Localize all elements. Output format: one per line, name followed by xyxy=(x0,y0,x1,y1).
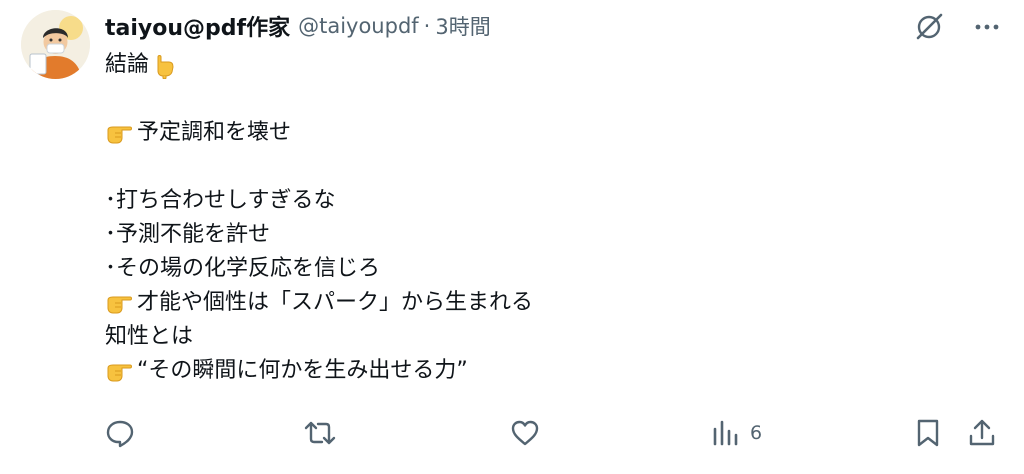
tweet-line: 才能や個性は「スパーク」から生まれる xyxy=(105,286,985,320)
repost-button[interactable] xyxy=(303,412,337,454)
tweet-line: ･打ち合わせしすぎるな xyxy=(105,184,985,218)
tweet-action-bar: 6 xyxy=(0,412,1024,454)
grok-button[interactable] xyxy=(914,12,944,42)
tweet-line: 予定調和を壊せ xyxy=(105,116,985,150)
tweet-line-text: 知性とは xyxy=(105,324,194,349)
tweet-line-text: 予定調和を壊せ xyxy=(137,120,292,145)
tweet-line-text: 結論 xyxy=(105,52,150,77)
timestamp[interactable]: 3時間 xyxy=(435,11,490,41)
author-name[interactable]: taiyou@pdf作家 xyxy=(105,10,290,42)
like-button[interactable] xyxy=(509,412,541,454)
tweet-line: 知性とは xyxy=(105,320,985,354)
avatar[interactable] xyxy=(21,10,90,79)
tweet-line: ･その場の化学反応を信じろ xyxy=(105,252,985,286)
tweet-line: ･予測不能を許せ xyxy=(105,218,985,252)
repost-icon xyxy=(304,421,336,445)
share-icon xyxy=(969,419,995,446)
tweet-body: 結論 予定調和を壊せ ･打ち合わせしすぎるな ･予測不能を許せ ･その場の化学反… xyxy=(105,48,985,388)
author-handle[interactable]: @taiyoupdf xyxy=(298,14,419,38)
tweet-line-text: “その瞬間に何かを生み出せる力” xyxy=(137,358,468,383)
pointing-right-icon xyxy=(107,126,132,144)
views-bars-icon xyxy=(713,420,738,446)
reply-button[interactable] xyxy=(104,412,136,454)
reply-icon xyxy=(106,420,134,448)
tweet-line-text: ･その場の化学反応を信じろ xyxy=(105,256,381,281)
tweet-line-text: ･予測不能を許せ xyxy=(105,222,271,247)
views-count: 6 xyxy=(750,422,763,444)
pointing-right-icon xyxy=(107,364,132,382)
tweet-top-actions xyxy=(914,12,1002,42)
views-button[interactable]: 6 xyxy=(710,412,762,454)
like-heart-icon xyxy=(511,420,539,446)
more-dots-icon xyxy=(975,24,999,30)
more-options-button[interactable] xyxy=(972,12,1002,42)
tweet-line: “その瞬間に何かを生み出せる力” xyxy=(105,354,985,388)
tweet-line-text: 才能や個性は「スパーク」から生まれる xyxy=(137,290,534,315)
grok-slash-circle-icon xyxy=(916,13,943,40)
tweet-header: taiyou@pdf作家 @taiyoupdf · 3時間 xyxy=(105,9,491,43)
tweet-line: 結論 xyxy=(105,48,985,82)
tweet: taiyou@pdf作家 @taiyoupdf · 3時間 結論 予定調和を壊せ… xyxy=(0,0,1024,474)
separator-dot: · xyxy=(423,14,431,38)
share-button[interactable] xyxy=(967,412,997,454)
pointing-down-icon xyxy=(157,55,174,79)
bookmark-icon xyxy=(917,419,939,447)
tweet-line-text: ･打ち合わせしすぎるな xyxy=(105,188,336,213)
pointing-right-icon xyxy=(107,296,132,314)
bookmark-button[interactable] xyxy=(914,412,942,454)
